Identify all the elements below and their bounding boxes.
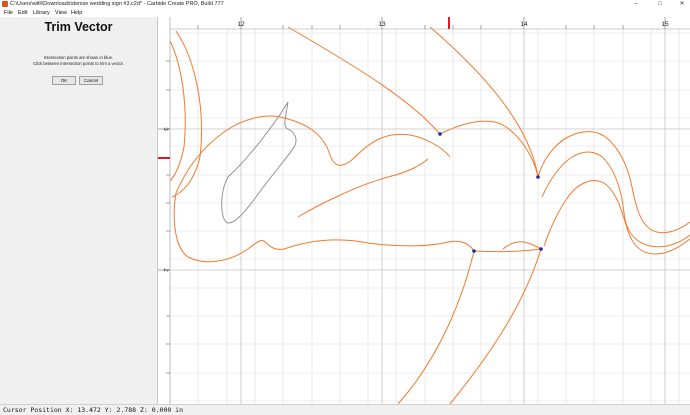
vector-paths[interactable] <box>169 26 690 404</box>
close-icon[interactable]: ✕ <box>674 0 690 9</box>
cancel-button[interactable]: Cancel <box>79 76 103 85</box>
menu-library[interactable]: Library <box>33 9 50 17</box>
instruction-line-2: Click between intersection points to tri… <box>33 61 124 66</box>
minimize-icon[interactable]: – <box>628 0 644 9</box>
instruction-line-1: Intersection points are shown in blue. <box>43 55 114 60</box>
design-canvas[interactable]: 12 13 14 15 3 2 <box>158 17 690 404</box>
menu-file[interactable]: File <box>4 9 13 17</box>
maximize-icon[interactable]: □ <box>652 0 668 9</box>
ruler-label-14: 14 <box>520 21 528 28</box>
menu-edit[interactable]: Edit <box>18 9 27 17</box>
menu-bar: File Edit Library View Help <box>0 9 690 17</box>
menu-view[interactable]: View <box>55 9 67 17</box>
app-icon <box>2 1 8 7</box>
grid-major <box>170 29 690 404</box>
window-title: C:\Users\willi\Downloads\denise wedding … <box>10 1 224 7</box>
menu-help[interactable]: Help <box>71 9 82 17</box>
trim-vector-panel: Trim Vector Intersection points are show… <box>0 17 158 404</box>
ruler-label-15: 15 <box>661 21 669 28</box>
title-bar: C:\Users\willi\Downloads\denise wedding … <box>0 0 690 9</box>
ruler-label-13: 13 <box>378 21 386 28</box>
ok-button[interactable]: OK <box>52 76 76 85</box>
cursor-x-marker <box>448 17 450 29</box>
panel-title: Trim Vector <box>44 20 113 34</box>
status-bar: Cursor Position X: 13.472 Y: 2.788 Z: 0.… <box>0 404 690 415</box>
canvas-drawing[interactable]: 12 13 14 15 3 2 <box>158 17 690 404</box>
grid <box>169 29 690 404</box>
selected-vector-shape[interactable] <box>221 101 297 224</box>
ruler-label-12: 12 <box>237 21 245 28</box>
ruler-ticks <box>158 17 666 374</box>
left-ruler <box>158 17 170 404</box>
cursor-y-marker <box>158 157 170 159</box>
